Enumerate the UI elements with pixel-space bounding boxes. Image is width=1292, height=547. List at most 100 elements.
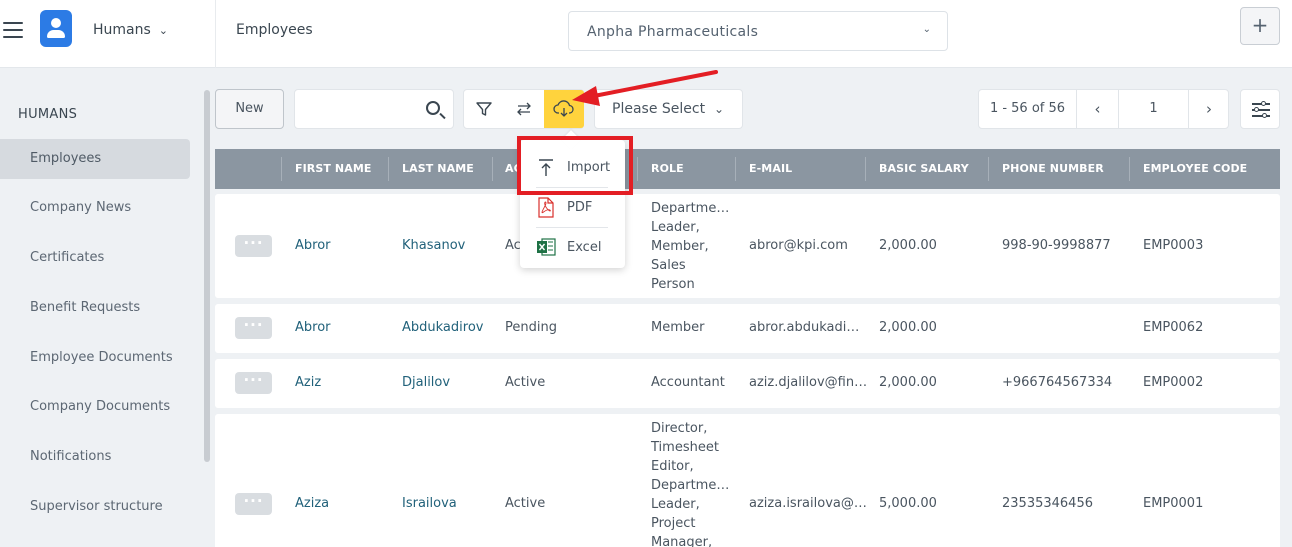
employee-code-text: EMP0002 [1143,375,1204,390]
app-logo [40,10,72,47]
role-line: Departme… [651,201,730,216]
col-role[interactable]: ROLE [638,149,684,189]
role-line: Leader, [651,220,700,235]
phone-text: 998-90-9998877 [1002,238,1111,253]
sidebar-item-company-documents[interactable]: Company Documents [0,387,190,427]
role-line: Editor, [651,459,694,474]
menu-icon[interactable] [3,22,23,40]
phone-text: +966764567334 [1002,375,1113,390]
sidebar-item-supervisor-structure[interactable]: Supervisor structure [0,487,190,527]
menu-item-pdf[interactable]: PDF [520,190,625,226]
last-name-link[interactable]: Abdukadirov [402,320,483,335]
role-line: Project [651,516,696,531]
chevron-down-icon: ⌄ [922,24,931,35]
table-row[interactable]: ··· Abror Abdukadirov Pending Member abr… [215,304,1280,353]
sidebar: HUMANS Employees Company News Certificat… [0,68,210,547]
role-line: Person [651,277,695,292]
pdf-file-icon [538,197,554,218]
email-text: abror.abdukadi… [749,320,860,335]
sidebar-title: HUMANS [18,107,78,122]
sidebar-item-benefit-requests[interactable]: Benefit Requests [0,288,190,328]
highlight-box [517,136,633,195]
table-row[interactable]: ··· Aziz Djalilov Active Accountant aziz… [215,359,1280,408]
col-phone-number[interactable]: PHONE NUMBER [989,149,1104,189]
first-name-link[interactable]: Abror [295,320,331,335]
phone-text: 23535346456 [1002,496,1093,511]
sidebar-item-employee-documents[interactable]: Employee Documents [0,338,190,378]
table-row[interactable]: ··· Aziza Israilova Active Director, Tim… [215,414,1280,547]
status-text: Active [505,375,546,390]
chevron-left-icon[interactable]: ‹ [1077,90,1119,128]
pagination: 1 - 56 of 56 ‹ 1 › [978,89,1229,129]
col-first-name[interactable]: FIRST NAME [282,149,372,189]
page-title: Employees [236,22,313,38]
top-bar: Humans ⌄ Employees Anpha Pharmaceuticals … [0,0,1292,68]
company-select[interactable]: Anpha Pharmaceuticals ⌄ [568,11,948,51]
sidebar-item-employees[interactable]: Employees [0,139,190,179]
page-input[interactable]: 1 [1119,90,1189,128]
col-last-name[interactable]: LAST NAME [389,149,474,189]
salary-text: 5,000.00 [879,496,937,511]
last-name-link[interactable]: Djalilov [402,375,450,390]
more-actions-button[interactable]: ··· [235,317,272,339]
status-text: Pending [505,320,557,335]
role-line: Sales [651,258,686,273]
more-actions-button[interactable]: ··· [235,372,272,394]
search-icon[interactable] [426,101,440,115]
salary-text: 2,000.00 [879,238,937,253]
role-text: Departme… Leader, Member, Sales Person [651,199,733,294]
sidebar-item-company-news[interactable]: Company News [0,188,190,228]
col-employee-code[interactable]: EMPLOYEE CODE [1130,149,1247,189]
table-row[interactable]: ··· Abror Khasanov Ac Departme… Leader, … [215,194,1280,298]
search-input[interactable] [294,89,454,129]
module-switcher[interactable]: Humans ⌄ [93,22,168,38]
col-email[interactable]: E-MAIL [736,149,792,189]
salary-text: 2,000.00 [879,320,937,335]
chevron-down-icon: ⌄ [713,102,724,116]
role-line: Leader, [651,497,700,512]
first-name-link[interactable]: Abror [295,238,331,253]
company-select-value: Anpha Pharmaceuticals [587,24,759,40]
last-name-link[interactable]: Israilova [402,496,457,511]
menu-divider [536,227,608,228]
role-line: Departme… [651,478,730,493]
salary-text: 2,000.00 [879,375,937,390]
chevron-down-icon: ⌄ [158,24,169,37]
role-text: Accountant [651,375,725,390]
swap-icon[interactable] [504,90,544,128]
first-name-link[interactable]: Aziz [295,375,321,390]
employee-code-text: EMP0062 [1143,320,1204,335]
sidebar-item-notifications[interactable]: Notifications [0,437,190,477]
column-settings-button[interactable] [1240,89,1280,129]
pagination-range: 1 - 56 of 56 [979,90,1077,128]
role-text: Director, Timesheet Editor, Departme… Le… [651,419,733,547]
tool-group [463,89,584,129]
please-select-label: Please Select [612,101,706,117]
sidebar-item-certificates[interactable]: Certificates [0,238,190,278]
cloud-download-icon[interactable] [544,90,584,128]
more-actions-button[interactable]: ··· [235,235,272,257]
role-line: Timesheet [651,440,719,455]
brand-area: Humans ⌄ [0,0,216,68]
more-actions-button[interactable]: ··· [235,493,272,515]
chevron-right-icon[interactable]: › [1189,90,1229,128]
email-text: abror@kpi.com [749,238,848,253]
excel-file-icon [537,238,556,256]
status-text: Active [505,496,546,511]
last-name-link[interactable]: Khasanov [402,238,465,253]
menu-item-label: Excel [567,240,602,255]
role-line: Member, [651,239,709,254]
role-text: Member [651,320,705,335]
new-button[interactable]: New [215,89,284,129]
filter-icon[interactable] [464,90,504,128]
menu-item-excel[interactable]: Excel [520,230,625,266]
sidebar-scrollbar[interactable] [204,90,210,462]
table-header: FIRST NAME LAST NAME AC ROLE E-MAIL BASI… [215,149,1280,189]
col-basic-salary[interactable]: BASIC SALARY [866,149,969,189]
email-text: aziza.israilova@… [749,496,867,511]
please-select-dropdown[interactable]: Please Select ⌄ [594,89,743,129]
add-button[interactable]: + [1240,7,1280,45]
first-name-link[interactable]: Aziza [295,496,329,511]
email-text: aziz.djalilov@fin… [749,375,868,390]
module-label: Humans [93,22,151,38]
